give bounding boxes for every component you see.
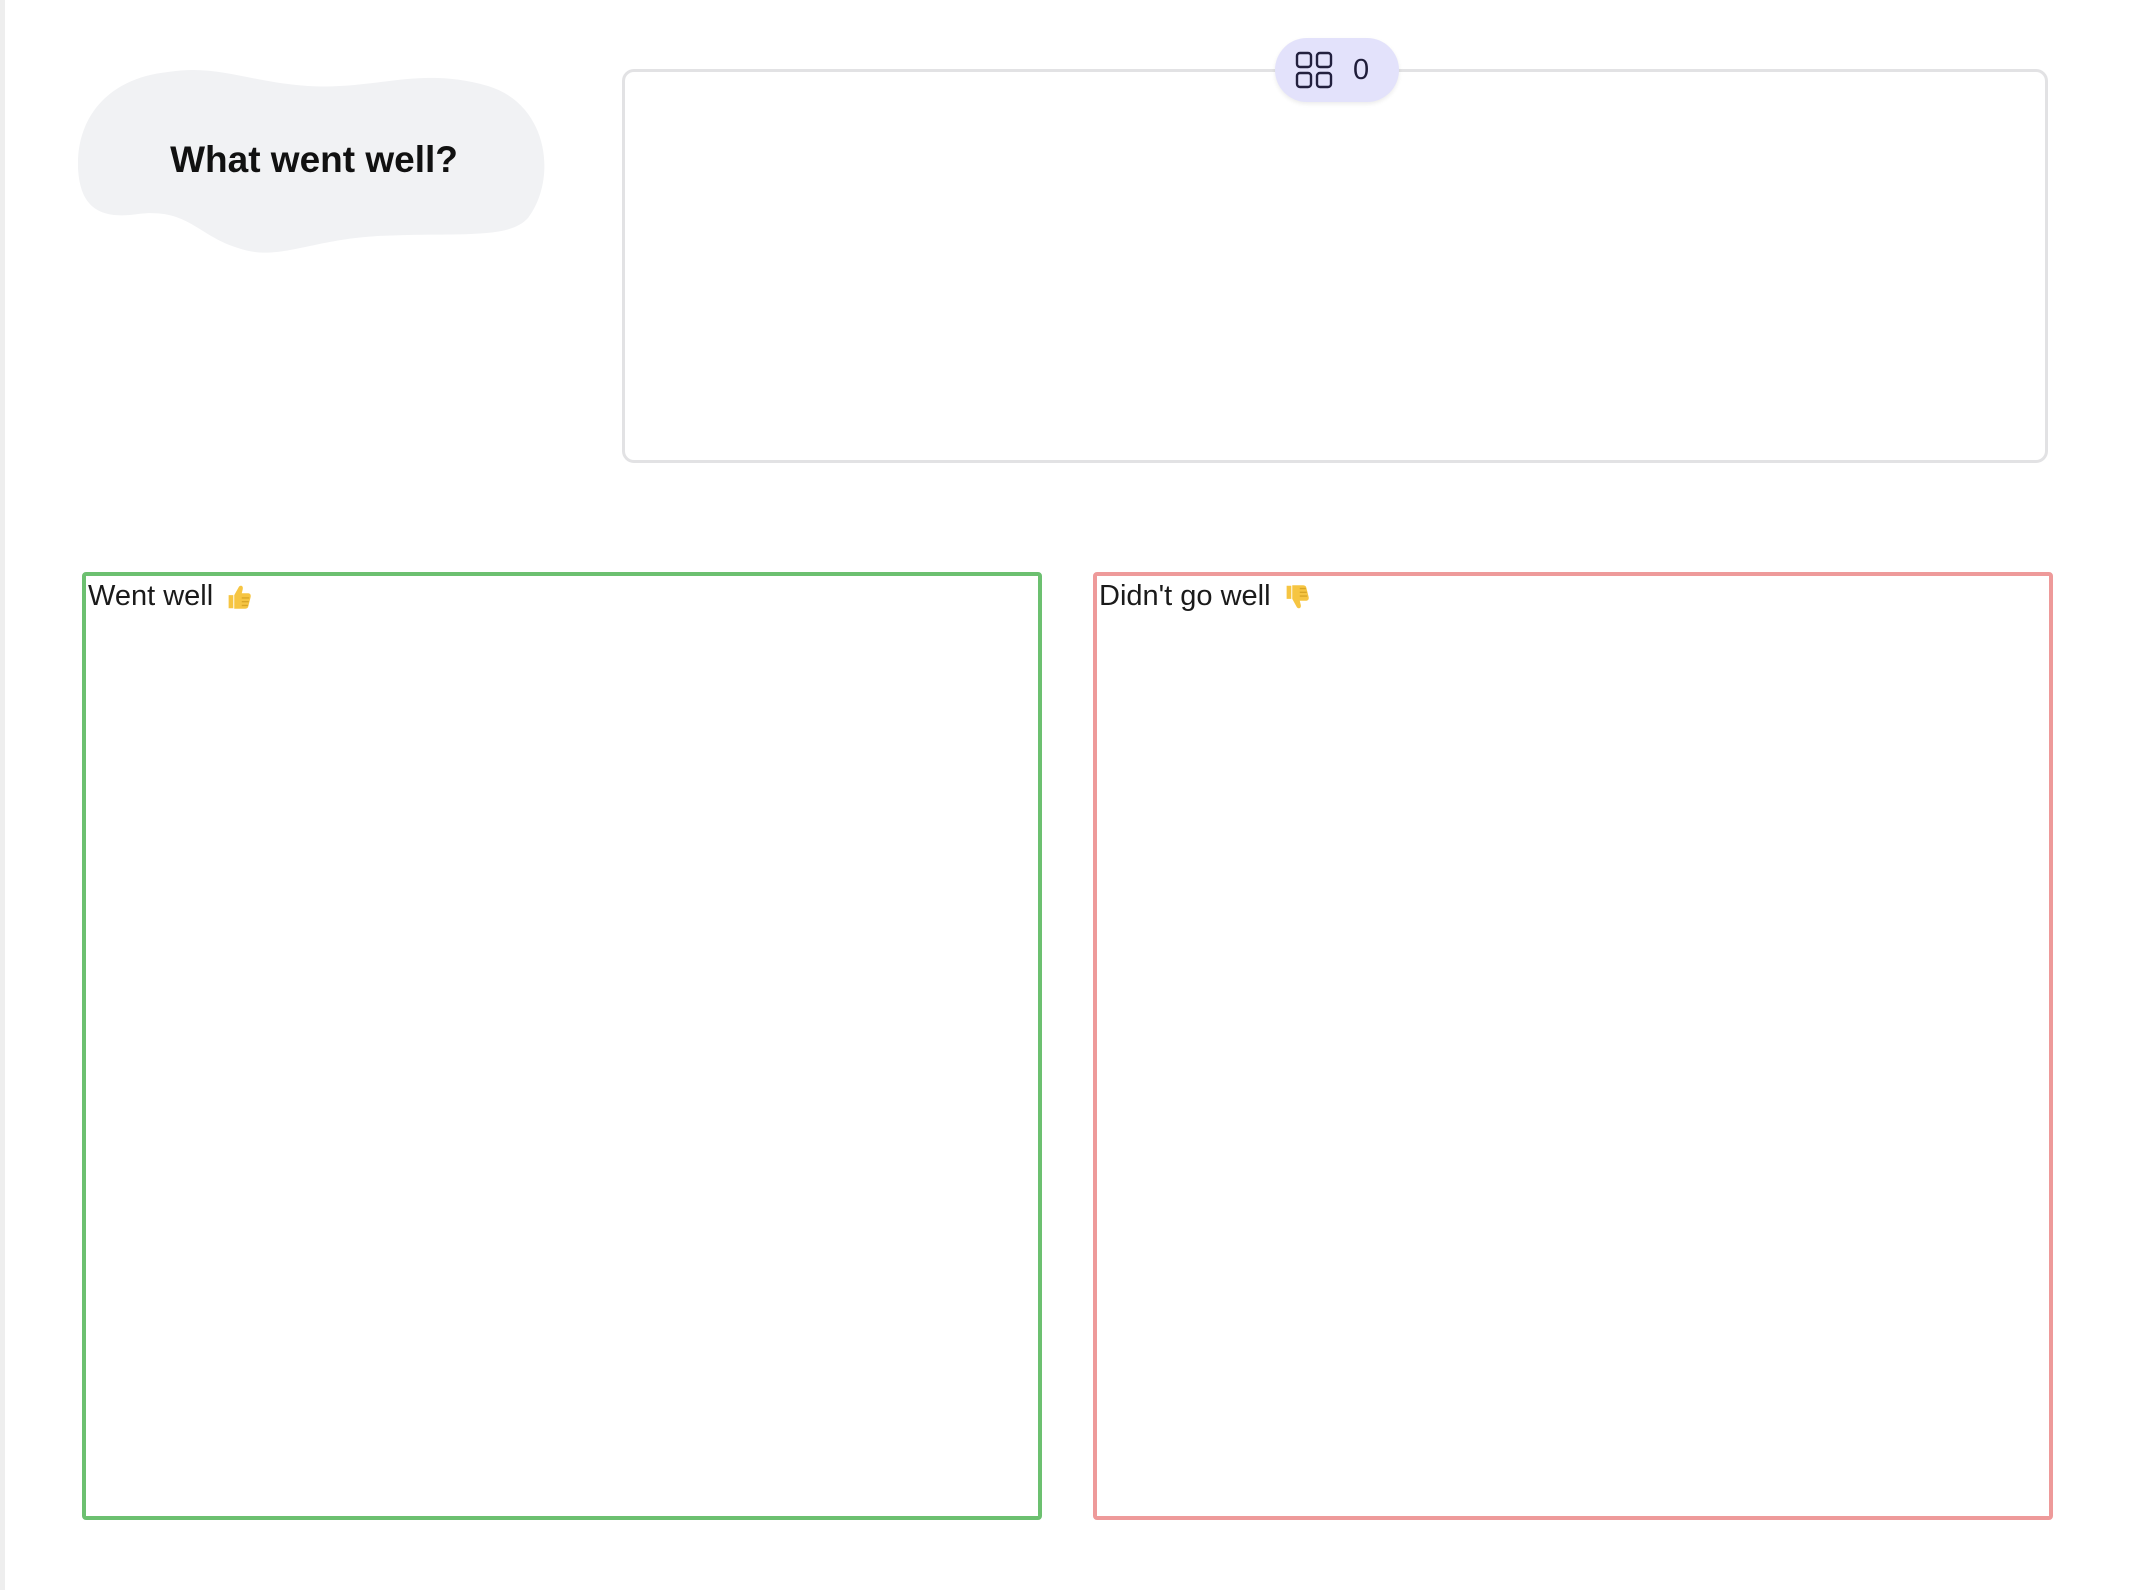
- column-didnt-go-well[interactable]: Didn't go well: [1093, 572, 2053, 1520]
- frame-counter-value: 0: [1353, 53, 1370, 86]
- column-label: Didn't go well: [1099, 580, 1271, 612]
- grid-icon: [1295, 51, 1333, 89]
- sticky-title: What went well?: [170, 139, 458, 180]
- thumbs-up-icon: [228, 585, 251, 609]
- title-blob-sticky[interactable]: What went well?: [78, 68, 550, 256]
- whiteboard-canvas[interactable]: What went well? 0 Went well Didn't go we…: [0, 0, 2132, 1590]
- column-header-didnt-go-well: Didn't go well: [1099, 580, 1311, 613]
- thumbs-down-icon: [1286, 584, 1309, 608]
- frame-counter-button[interactable]: 0: [1275, 38, 1399, 102]
- column-header-went-well: Went well: [88, 580, 253, 613]
- column-label: Went well: [88, 580, 214, 612]
- canvas-left-edge: [0, 0, 5, 1590]
- column-went-well[interactable]: Went well: [82, 572, 1042, 1520]
- frame-area[interactable]: [622, 69, 2048, 463]
